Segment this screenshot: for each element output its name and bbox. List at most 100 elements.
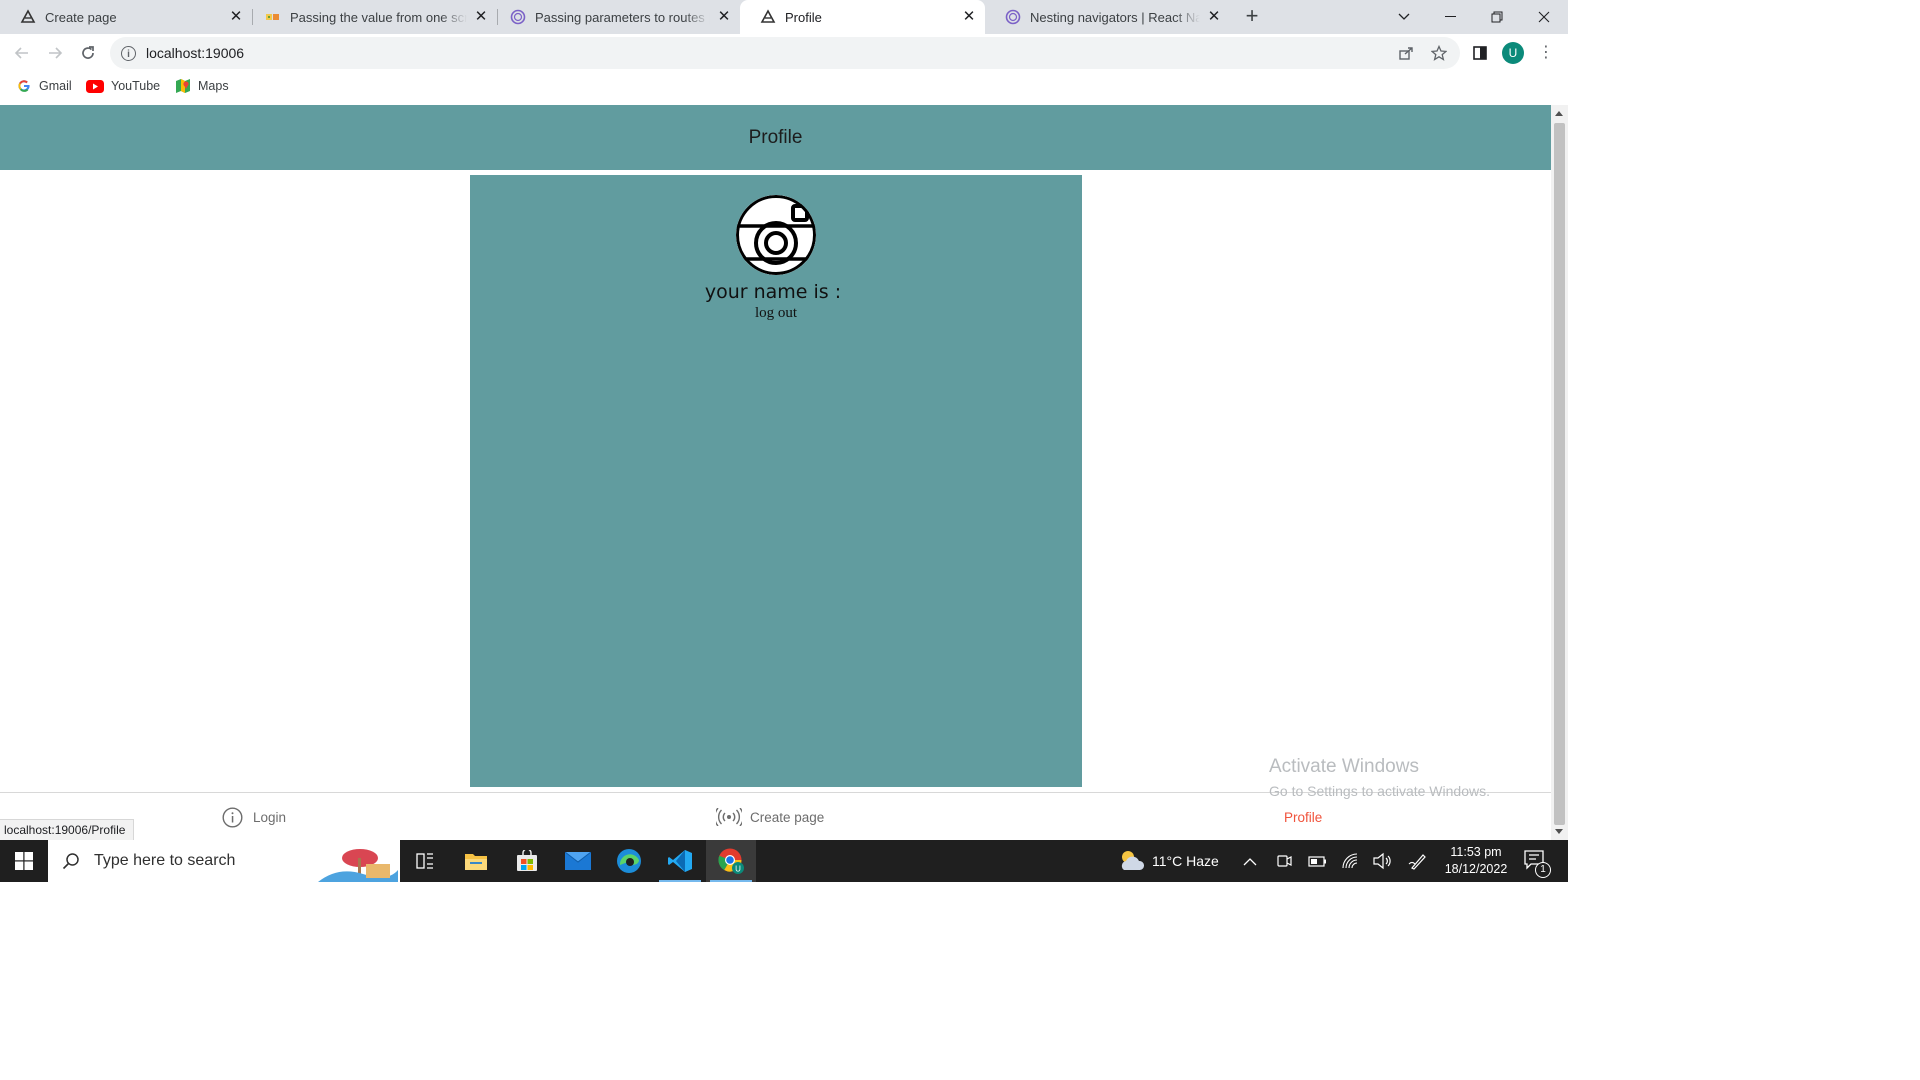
activate-windows-watermark: Activate Windows Go to Settings to activ… <box>1269 756 1490 799</box>
mail-icon[interactable] <box>553 840 603 882</box>
scrollbar-thumb[interactable] <box>1554 123 1565 825</box>
close-tab-icon[interactable]: ✕ <box>961 9 977 25</box>
name-label: your name is : <box>704 281 842 303</box>
bottom-tab-login[interactable]: Login <box>221 806 286 828</box>
windows-start-icon[interactable] <box>0 840 48 882</box>
tab-strip: Create page ✕ Passing the value from one… <box>0 0 1568 34</box>
taskbar-search-box[interactable]: Type here to search <box>48 840 400 882</box>
bottom-tab-bar: Login Create page Profile <box>0 792 1551 840</box>
back-arrow-icon[interactable] <box>8 39 36 67</box>
microsoft-store-icon[interactable] <box>502 840 552 882</box>
link-status-bubble: localhost:19006/Profile <box>0 819 135 842</box>
react-navigation-icon <box>1005 9 1021 25</box>
bookmarks-bar: Gmail YouTube Maps <box>0 72 1568 101</box>
watermark-subtitle: Go to Settings to activate Windows. <box>1269 783 1490 799</box>
bookmark-youtube[interactable]: YouTube <box>86 77 160 95</box>
tab-profile[interactable]: Profile ✕ <box>740 0 985 34</box>
notification-center-icon[interactable]: 1 <box>1524 850 1551 878</box>
page-title: Profile <box>748 126 803 148</box>
bookmark-label: Gmail <box>39 79 72 93</box>
wifi-icon[interactable] <box>1341 852 1359 875</box>
bookmark-maps[interactable]: Maps <box>175 77 229 95</box>
youtube-icon <box>86 78 104 94</box>
react-navigation-icon <box>510 9 526 25</box>
site-info-icon[interactable]: i <box>121 45 136 61</box>
close-window-icon[interactable] <box>1521 0 1567 34</box>
task-view-icon[interactable] <box>400 840 450 882</box>
clock-time: 11:53 pm <box>1450 845 1502 859</box>
bottom-tab-label: Create page <box>750 809 825 825</box>
tab-passing-value[interactable]: Passing the value from one scree ✕ <box>245 0 497 34</box>
scroll-down-arrow-icon[interactable] <box>1555 829 1563 834</box>
file-explorer-icon[interactable] <box>451 840 501 882</box>
chrome-browser-icon[interactable]: U <box>706 840 756 882</box>
share-icon[interactable] <box>1396 43 1416 63</box>
bottom-tab-label: Login <box>253 809 287 825</box>
browser-toolbar: i localhost:19006 U ⋮ <box>0 34 1568 72</box>
battery-icon[interactable] <box>1307 854 1327 873</box>
tab-title: Passing parameters to routes | Re <box>535 9 710 25</box>
expo-icon <box>760 9 776 25</box>
tab-title: Passing the value from one scree <box>290 9 467 25</box>
profile-avatar[interactable]: U <box>1502 42 1524 64</box>
windows-taskbar: Type here to search U 11°C Haze 11:53 pm… <box>0 840 1568 882</box>
weather-cloudy-moon-icon[interactable] <box>1118 848 1146 874</box>
bottom-tab-label: Profile <box>1284 809 1323 825</box>
bookmark-label: Maps <box>198 79 229 93</box>
browser-menu-icon[interactable]: ⋮ <box>1538 42 1554 64</box>
minimize-window-icon[interactable] <box>1427 0 1473 34</box>
volume-icon[interactable] <box>1372 852 1392 875</box>
camera-profile-icon[interactable] <box>736 195 816 275</box>
google-g-icon <box>16 78 32 94</box>
profile-card: your name is : log out <box>470 175 1082 787</box>
watermark-title: Activate Windows <box>1269 756 1419 777</box>
page-viewport: Profile your name is : log out Login Cre… <box>0 105 1551 840</box>
pen-workspace-icon[interactable] <box>1408 852 1428 875</box>
tab-passing-parameters[interactable]: Passing parameters to routes | Re ✕ <box>490 0 740 34</box>
show-hidden-icons-chevron-icon[interactable] <box>1243 854 1257 872</box>
side-panel-icon[interactable] <box>1466 39 1494 67</box>
maps-icon <box>175 78 191 94</box>
search-icon <box>62 852 80 870</box>
restore-window-icon[interactable] <box>1474 0 1520 34</box>
tab-title: Create page <box>45 9 117 25</box>
app-header: Profile <box>0 105 1551 170</box>
expo-icon <box>20 9 36 25</box>
close-tab-icon[interactable]: ✕ <box>1206 9 1222 25</box>
page-scrollbar[interactable] <box>1551 105 1568 840</box>
tab-search-chevron-icon[interactable] <box>1381 0 1427 34</box>
weather-text[interactable]: 11°C Haze <box>1152 853 1219 869</box>
tab-create-page[interactable]: Create page ✕ <box>0 0 252 34</box>
info-circle-icon <box>221 806 243 828</box>
taskbar-clock[interactable]: 11:53 pm 18/12/2022 <box>1438 844 1514 878</box>
logout-link[interactable]: log out <box>470 305 1082 322</box>
new-tab-plus-icon[interactable]: + <box>1240 5 1264 29</box>
close-tab-icon[interactable]: ✕ <box>228 9 244 25</box>
search-placeholder: Type here to search <box>94 852 236 869</box>
svg-text:U: U <box>735 865 741 874</box>
tab-nesting-navigators[interactable]: Nesting navigators | React Navig ✕ <box>985 0 1230 34</box>
address-bar[interactable]: i localhost:19006 <box>110 37 1460 69</box>
reload-icon[interactable] <box>74 39 102 67</box>
bottom-tab-profile[interactable]: Profile <box>1284 806 1322 828</box>
forward-arrow-icon[interactable] <box>41 39 69 67</box>
close-tab-icon[interactable]: ✕ <box>473 9 489 25</box>
vscode-icon[interactable] <box>655 840 705 882</box>
logout-label[interactable]: log out <box>755 305 797 321</box>
bookmark-label: YouTube <box>111 79 161 93</box>
search-highlight-image <box>318 844 398 882</box>
url-text: localhost:19006 <box>146 45 245 61</box>
clock-date: 18/12/2022 <box>1444 862 1508 876</box>
notification-count-badge: 1 <box>1535 862 1551 878</box>
stackoverflow-multicolor-icon <box>265 9 281 25</box>
broadcast-icon <box>716 806 742 828</box>
meet-now-icon[interactable] <box>1276 853 1292 874</box>
close-tab-icon[interactable]: ✕ <box>716 9 732 25</box>
tab-title: Profile <box>785 9 822 25</box>
bookmark-star-icon[interactable] <box>1429 43 1449 63</box>
tab-title: Nesting navigators | React Navig <box>1030 9 1200 25</box>
edge-browser-icon[interactable] <box>604 840 654 882</box>
bookmark-gmail[interactable]: Gmail <box>16 77 72 95</box>
scroll-up-arrow-icon[interactable] <box>1555 111 1563 116</box>
bottom-tab-create-page[interactable]: Create page <box>716 806 824 828</box>
